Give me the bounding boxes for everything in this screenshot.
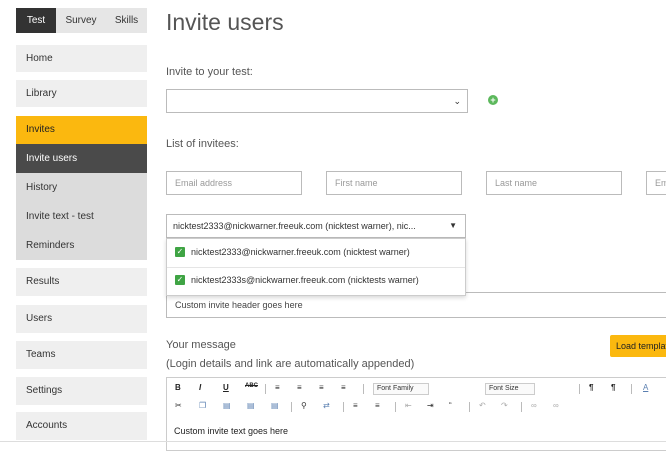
invitee-multi-select[interactable]: nicktest2333@nickwarner.freeuk.com (nick… — [166, 214, 466, 238]
font-family-select[interactable]: Font Family — [373, 383, 429, 395]
caret-down-icon: ▼ — [449, 221, 457, 230]
indent-icon[interactable]: ⇥ — [427, 401, 434, 410]
font-size-select[interactable]: Font Size — [485, 383, 535, 395]
align-right-icon[interactable]: ≡ — [319, 383, 324, 392]
toolbar-divider — [363, 384, 364, 394]
toolbar-divider — [395, 402, 396, 412]
first-name-field[interactable]: First name — [326, 171, 462, 195]
tab-skills[interactable]: Skills — [106, 8, 147, 33]
link-icon[interactable]: ∞ — [531, 401, 537, 410]
redo-icon[interactable]: ↷ — [501, 401, 508, 410]
tab-test[interactable]: Test — [16, 8, 56, 33]
dropdown-divider — [167, 267, 465, 268]
toolbar-divider — [579, 384, 580, 394]
test-select[interactable]: ⌄ — [166, 89, 468, 113]
sidebar: Test Survey Skills Home Library Invites … — [16, 0, 147, 451]
toolbar-divider — [343, 402, 344, 412]
sidebar-item-invites[interactable]: Invites — [16, 116, 147, 144]
toolbar-divider — [265, 384, 266, 394]
find-icon[interactable]: ⚲ — [301, 401, 307, 410]
checkbox-checked-icon[interactable]: ✓ — [175, 247, 185, 257]
chevron-down-icon: ⌄ — [453, 96, 461, 106]
main-content: Invite users Invite to your test: ⌄ + Li… — [166, 0, 666, 451]
align-justify-icon[interactable]: ≡ — [341, 383, 346, 392]
rtl-icon[interactable]: ¶ — [611, 383, 615, 392]
dropdown-item[interactable]: ✓ nicktest2333s@nickwarner.freeuk.com (n… — [175, 273, 419, 287]
strikethrough-icon[interactable]: ABC — [245, 383, 258, 389]
toolbar-divider — [521, 402, 522, 412]
outdent-icon[interactable]: ⇤ — [405, 401, 412, 410]
numbered-list-icon[interactable]: ≡ — [375, 401, 380, 410]
underline-icon[interactable]: U — [223, 383, 229, 392]
sidebar-item-results[interactable]: Results — [16, 268, 147, 296]
sidebar-item-invite-users[interactable]: Invite users — [16, 144, 147, 173]
sidebar-item-accounts[interactable]: Accounts — [16, 412, 147, 440]
replace-icon[interactable]: ⇄ — [323, 401, 330, 410]
last-name-field[interactable]: Last name — [486, 171, 622, 195]
sidebar-item-invite-text[interactable]: Invite text - test — [16, 202, 147, 231]
dropdown-item-label: nicktest2333s@nickwarner.freeuk.com (nic… — [191, 275, 419, 285]
page-title: Invite users — [166, 9, 284, 35]
sidebar-item-users[interactable]: Users — [16, 305, 147, 333]
italic-icon[interactable]: I — [199, 383, 201, 392]
toolbar-divider — [631, 384, 632, 394]
sidebar-item-history[interactable]: History — [16, 173, 147, 202]
load-template-button[interactable]: Load template — [610, 335, 666, 357]
bold-icon[interactable]: B — [175, 383, 181, 392]
paste-icon[interactable]: ▤ — [223, 401, 231, 410]
copy-icon[interactable]: ❐ — [199, 401, 206, 410]
sidebar-item-library[interactable]: Library — [16, 80, 147, 107]
cut-icon[interactable]: ✂ — [175, 401, 182, 410]
ltr-icon[interactable]: ¶ — [589, 383, 593, 392]
editor-toolbar-row-2: ✂ ❐ ▤ ▤ ▤ ⚲ ⇄ ≡ ≡ ⇤ ⇥ “ ↶ ↷ ∞ ∞ — [167, 398, 666, 416]
align-left-icon[interactable]: ≡ — [275, 383, 280, 392]
extra-field[interactable]: Em — [646, 171, 666, 195]
sidebar-item-teams[interactable]: Teams — [16, 341, 147, 369]
text-color-icon[interactable]: A — [643, 383, 648, 392]
invitees-label: List of invitees: — [166, 138, 239, 150]
dropdown-item[interactable]: ✓ nicktest2333@nickwarner.freeuk.com (ni… — [175, 245, 410, 259]
bottom-divider — [0, 441, 666, 442]
paste-word-icon[interactable]: ▤ — [271, 401, 279, 410]
toolbar-divider — [469, 402, 470, 412]
add-test-icon[interactable]: + — [488, 95, 498, 105]
paste-text-icon[interactable]: ▤ — [247, 401, 255, 410]
editor-body-text[interactable]: Custom invite text goes here — [174, 426, 288, 436]
invitee-dropdown: ✓ nicktest2333@nickwarner.freeuk.com (ni… — [166, 238, 466, 296]
bullet-list-icon[interactable]: ≡ — [353, 401, 358, 410]
blockquote-icon[interactable]: “ — [449, 401, 452, 410]
sidebar-item-settings[interactable]: Settings — [16, 377, 147, 405]
sidebar-item-reminders[interactable]: Reminders — [16, 231, 147, 260]
align-center-icon[interactable]: ≡ — [297, 383, 302, 392]
message-title: Your message — [166, 339, 236, 351]
email-field[interactable]: Email address — [166, 171, 302, 195]
sidebar-item-home[interactable]: Home — [16, 45, 147, 72]
undo-icon[interactable]: ↶ — [479, 401, 486, 410]
dropdown-item-label: nicktest2333@nickwarner.freeuk.com (nick… — [191, 247, 410, 257]
message-subtitle: (Login details and link are automaticall… — [166, 358, 415, 370]
editor-toolbar-row-1: B I U ABC ≡ ≡ ≡ ≡ Font Family Font Size … — [167, 380, 666, 398]
rich-text-editor[interactable]: B I U ABC ≡ ≡ ≡ ≡ Font Family Font Size … — [166, 377, 666, 451]
unlink-icon[interactable]: ∞ — [553, 401, 559, 410]
tab-survey[interactable]: Survey — [56, 8, 106, 33]
invite-to-label: Invite to your test: — [166, 66, 253, 78]
multi-select-value: nicktest2333@nickwarner.freeuk.com (nick… — [173, 221, 416, 231]
checkbox-checked-icon[interactable]: ✓ — [175, 275, 185, 285]
product-tabs: Test Survey Skills — [16, 8, 147, 33]
toolbar-divider — [291, 402, 292, 412]
